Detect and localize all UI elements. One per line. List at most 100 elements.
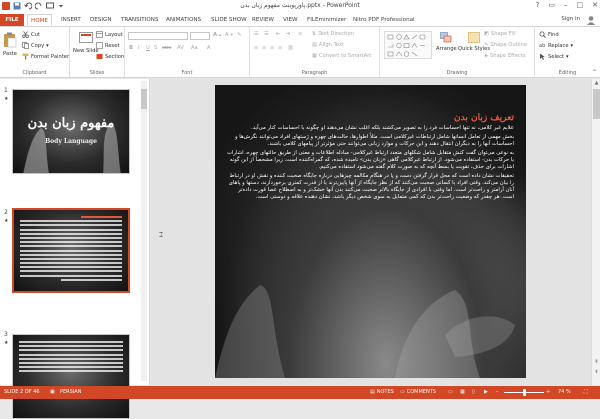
shadow-icon[interactable]: S [154, 45, 157, 51]
tab-home[interactable]: HOME [27, 14, 52, 26]
language-indicator[interactable]: PERSIAN [60, 389, 81, 395]
justify-icon[interactable]: ≡ [278, 45, 282, 51]
editing-group-label: Editing [558, 70, 577, 76]
scroll-up-icon[interactable]: ▲ [593, 80, 600, 87]
format-painter-button[interactable]: Format Painter [22, 53, 69, 60]
align-center-icon[interactable]: ≡ [262, 45, 266, 51]
sign-in-link[interactable]: Sign in [561, 16, 580, 22]
current-slide[interactable]: تعریف زبان بدن علایم غیر کلامی، نه تنها … [215, 85, 526, 378]
slideshow-view-icon[interactable]: ▶ [484, 389, 488, 395]
paste-icon [3, 32, 17, 50]
cursor-icon [539, 53, 546, 60]
slides-group: New Slide Layout Reset Section Slides [70, 27, 125, 77]
copy-button[interactable]: Copy ▾ [22, 42, 49, 49]
help-icon[interactable]: ? [536, 1, 540, 9]
layout-button[interactable]: Layout [96, 31, 123, 38]
numbering-icon[interactable]: ☰ [264, 31, 269, 37]
thumbnail-subtitle: Body Language [45, 138, 97, 145]
slide-counter: SLIDE 2 OF 46 [4, 389, 40, 395]
select-button[interactable]: Select ▾ [539, 53, 569, 60]
shape-fill-button[interactable]: ◩ Shape Fill [484, 31, 516, 37]
convert-smartart-button[interactable]: ▦ Convert to SmartArt [312, 53, 371, 59]
zoom-in-icon[interactable]: + [546, 389, 550, 395]
reset-button[interactable]: Reset [96, 42, 120, 49]
tab-fileminimizer[interactable]: FILEminimizer [304, 14, 349, 26]
shape-outline-button[interactable]: ✎ Shape Outline [484, 42, 527, 48]
text-direction-button[interactable]: ⇅ Text Direction [312, 31, 354, 37]
previous-slide-icon[interactable]: ⇞ [593, 359, 600, 366]
editor-scrollbar[interactable]: ▲ ⇞ ⇟ [591, 79, 600, 385]
tab-slide-show[interactable]: SLIDE SHOW [208, 14, 250, 26]
thumbnails-scrollbar[interactable] [141, 81, 147, 381]
shape-effects-button[interactable]: ◈ Shape Effects [484, 53, 526, 59]
cut-button[interactable]: Cut [22, 31, 40, 38]
clear-format-icon[interactable]: ✎ [237, 32, 241, 38]
new-slide-button[interactable]: New Slide [73, 32, 99, 54]
paragraph-group-label: Paragraph [301, 70, 328, 76]
tab-insert[interactable]: INSERT [58, 14, 84, 26]
font-size-field[interactable] [190, 32, 210, 40]
close-icon[interactable]: ✕ [592, 1, 598, 9]
scrollbar-thumb[interactable] [141, 89, 147, 109]
minimize-icon[interactable]: – [564, 1, 568, 9]
grow-font-icon[interactable]: A ▴ [213, 32, 221, 38]
slide-thumbnail-3[interactable] [12, 334, 130, 419]
underline-icon[interactable]: U [146, 45, 150, 51]
chevron-down-icon[interactable]: ▾ [566, 54, 569, 60]
italic-icon[interactable]: I [138, 45, 140, 51]
spellcheck-icon[interactable]: ▣ [50, 389, 55, 395]
notes-button[interactable]: ▤ NOTES [370, 389, 394, 395]
collapse-ribbon-icon[interactable]: ⌃ [592, 69, 597, 76]
slide-thumbnail-1[interactable]: مفهوم زبان بدن Body Language [12, 89, 130, 174]
clipboard-group-label: Clipboard [22, 70, 47, 76]
change-case-icon[interactable]: Aa [191, 45, 198, 51]
decrease-indent-icon[interactable]: ⇤ [276, 31, 280, 37]
align-text-button[interactable]: ▤ Align Text [312, 42, 344, 48]
slides-group-label: Slides [89, 70, 105, 76]
bullets-icon[interactable]: ☰ [254, 31, 259, 37]
strikethrough-icon[interactable]: abc [162, 45, 171, 51]
slide-thumbnail-2[interactable] [12, 208, 130, 293]
slide-title[interactable]: تعریف زبان بدن [454, 113, 514, 123]
line-spacing-icon[interactable]: ≡ [298, 31, 302, 37]
slide-body-text[interactable]: علایم غیر کلامی، نه تنها احساسات فرد را … [225, 125, 514, 203]
zoom-out-icon[interactable]: – [496, 389, 499, 395]
scrollbar-thumb[interactable] [593, 89, 600, 119]
tab-view[interactable]: VIEW [280, 14, 301, 26]
increase-indent-icon[interactable]: ⇥ [286, 31, 290, 37]
replace-button[interactable]: ab Replace ▾ [539, 42, 574, 50]
section-button[interactable]: Section [96, 53, 124, 60]
font-color-icon[interactable]: A [207, 45, 211, 51]
next-slide-icon[interactable]: ⇟ [593, 369, 600, 376]
arrange-button[interactable]: Arrange [436, 32, 457, 52]
chevron-down-icon[interactable]: ▾ [571, 43, 574, 49]
avatar[interactable] [586, 15, 596, 25]
paste-button[interactable]: Paste [3, 32, 17, 57]
maximize-icon[interactable]: □ [577, 1, 584, 9]
normal-view-icon[interactable]: ▭ [448, 389, 453, 395]
body-paragraph: علایم غیر کلامی، نه تنها احساسات فرد را … [251, 125, 514, 131]
reading-view-icon[interactable]: ▯ [472, 389, 475, 395]
shrink-font-icon[interactable]: A ▾ [225, 32, 233, 38]
tab-transitions[interactable]: TRANSITIONS [118, 14, 162, 26]
tab-review[interactable]: REVIEW [249, 14, 277, 26]
char-spacing-icon[interactable]: AV [177, 45, 184, 51]
align-left-icon[interactable]: ≡ [254, 45, 258, 51]
columns-icon[interactable]: ▥ [288, 45, 293, 51]
chevron-down-icon[interactable]: ▾ [46, 43, 49, 49]
ribbon-display-icon[interactable]: ▭ [548, 1, 555, 9]
tab-design[interactable]: DESIGN [87, 14, 115, 26]
align-right-icon[interactable]: ≡ [270, 45, 274, 51]
shapes-gallery[interactable] [384, 31, 432, 59]
font-name-field[interactable] [128, 32, 188, 40]
tab-animations[interactable]: ANIMATIONS [163, 14, 204, 26]
bold-icon[interactable]: B [129, 45, 133, 51]
slide-sorter-icon[interactable]: ▦ [460, 389, 465, 395]
find-button[interactable]: Find [539, 31, 559, 38]
comments-button[interactable]: ▭ COMMENTS [400, 389, 436, 395]
tab-nitro-pdf[interactable]: Nitro PDF Professional [350, 14, 418, 26]
zoom-level[interactable]: 74 % [558, 389, 571, 395]
zoom-slider-thumb[interactable] [523, 389, 526, 396]
fit-to-window-icon[interactable]: ⛶ [584, 389, 588, 395]
tab-file[interactable]: FILE [0, 14, 24, 26]
